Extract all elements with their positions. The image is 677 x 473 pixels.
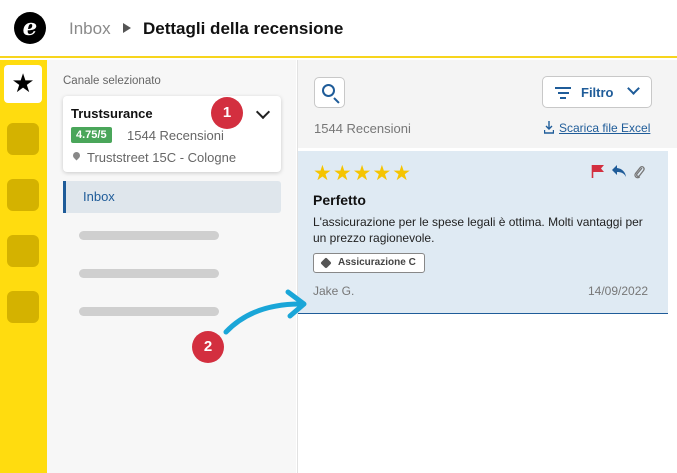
search-icon-handle — [333, 97, 340, 104]
product-tag-label: Assicurazione C — [338, 257, 416, 268]
annotation-marker-1: 1 — [211, 97, 243, 129]
review-toolbar: Filtro 1544 Recensioni Scarica file Exce… — [298, 60, 677, 148]
review-card[interactable]: ★★★★★ Perfetto L'assicurazione per le sp… — [298, 151, 668, 314]
product-tag[interactable]: Assicurazione C — [313, 253, 425, 273]
package-icon — [320, 257, 332, 269]
channel-name: Trustsurance — [71, 106, 153, 121]
location-pin-icon — [71, 150, 82, 161]
breadcrumb-inbox-link[interactable]: Inbox — [69, 19, 111, 39]
download-icon — [544, 121, 554, 134]
placeholder-nav-item-3 — [79, 307, 219, 316]
channel-section-label: Canale selezionato — [63, 75, 161, 87]
filter-icon — [555, 87, 571, 99]
sidebar-item-label: Inbox — [83, 189, 115, 204]
page-title: Dettagli della recensione — [143, 19, 344, 38]
rating-badge: 4.75/5 — [71, 127, 112, 143]
review-total-count: 1544 Recensioni — [314, 121, 411, 136]
logo-icon[interactable]: e — [14, 12, 46, 44]
placeholder-nav-item-2 — [79, 269, 219, 278]
search-icon — [322, 84, 335, 97]
search-button[interactable] — [314, 77, 345, 108]
paperclip-icon[interactable] — [633, 164, 645, 179]
annotation-arrow-icon — [223, 289, 307, 335]
rail-nav-button-3[interactable] — [7, 235, 39, 267]
review-date: 14/09/2022 — [588, 284, 649, 298]
filter-button[interactable]: Filtro — [542, 76, 652, 108]
channel-selector-card[interactable]: Trustsurance 4.75/5 1544 Recensioni Trus… — [63, 96, 281, 172]
review-body: L'assicurazione per le spese legali è ot… — [313, 215, 643, 245]
download-excel-label: Scarica file Excel — [559, 121, 651, 135]
chevron-down-icon — [627, 82, 640, 95]
rail-nav-button-4[interactable] — [7, 291, 39, 323]
chevron-down-icon[interactable] — [255, 104, 271, 120]
flag-icon[interactable] — [591, 164, 605, 178]
reply-icon[interactable] — [611, 164, 627, 178]
breadcrumb-separator-icon — [123, 23, 131, 33]
star-icon[interactable]: ★ — [4, 65, 42, 103]
review-title: Perfetto — [313, 192, 366, 208]
review-actions — [591, 164, 651, 180]
review-panel: Filtro 1544 Recensioni Scarica file Exce… — [297, 60, 677, 473]
star-rating: ★★★★★ — [313, 162, 413, 185]
download-excel-link[interactable]: Scarica file Excel — [544, 121, 650, 135]
channel-address: Truststreet 15C - Cologne — [87, 150, 237, 165]
filter-button-label: Filtro — [581, 85, 614, 100]
rail-nav-button-1[interactable] — [7, 123, 39, 155]
channel-review-count: 1544 Recensioni — [127, 128, 224, 143]
sidebar-item-inbox[interactable]: Inbox — [63, 181, 281, 213]
placeholder-nav-item-1 — [79, 231, 219, 240]
rail-nav-button-2[interactable] — [7, 179, 39, 211]
top-header: e Inbox Dettagli della recensione — [0, 0, 677, 58]
